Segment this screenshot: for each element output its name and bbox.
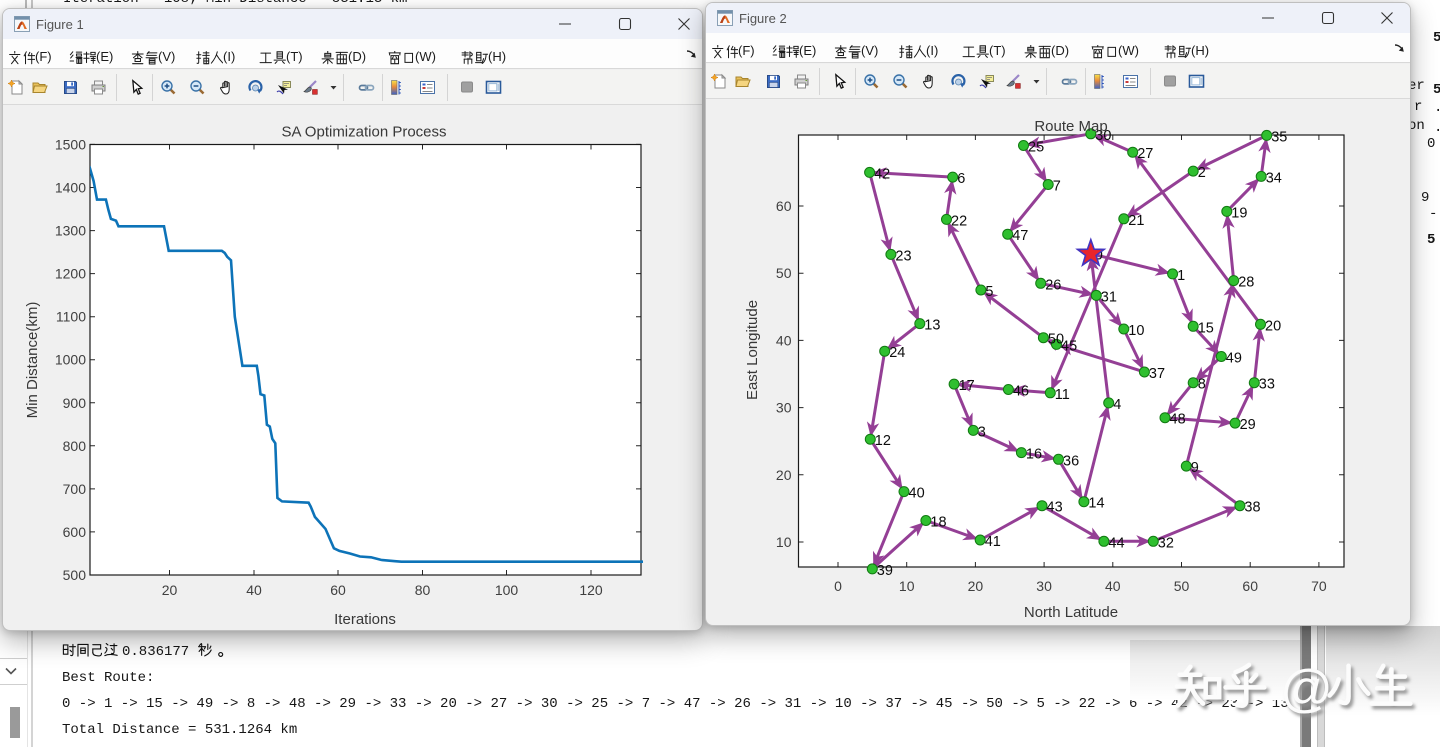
svg-text:60: 60 [1242,578,1258,594]
svg-text:1000: 1000 [55,352,86,368]
svg-text:12: 12 [875,433,891,449]
svg-text:1100: 1100 [56,309,86,325]
svg-text:42: 42 [874,166,890,182]
svg-text:70: 70 [1311,578,1327,594]
svg-text:1200: 1200 [55,266,86,282]
svg-text:4: 4 [1113,397,1121,413]
svg-text:5: 5 [985,284,993,300]
svg-text:32: 32 [1158,535,1174,551]
svg-text:40: 40 [776,332,792,348]
svg-text:48: 48 [1170,412,1186,428]
svg-text:8: 8 [1198,377,1206,393]
svg-text:10: 10 [1128,323,1144,339]
svg-text:46: 46 [1013,384,1029,400]
svg-text:18: 18 [930,515,946,531]
svg-text:20: 20 [776,467,792,483]
svg-text:7: 7 [1053,179,1061,195]
svg-text:16: 16 [1026,447,1042,463]
svg-text:100: 100 [495,582,519,598]
svg-text:600: 600 [63,524,87,540]
svg-text:43: 43 [1047,500,1063,516]
svg-text:47: 47 [1012,228,1028,244]
svg-text:3: 3 [978,424,986,440]
svg-text:49: 49 [1226,351,1242,367]
svg-text:1400: 1400 [55,180,86,196]
svg-text:0: 0 [834,578,842,594]
svg-text:50: 50 [1048,332,1064,348]
svg-text:24: 24 [889,345,905,361]
svg-text:1: 1 [1177,268,1185,284]
svg-text:Iterations: Iterations [334,611,396,628]
svg-text:39: 39 [877,563,893,579]
svg-text:Min Distance(km): Min Distance(km) [24,302,41,419]
svg-text:6: 6 [957,171,965,187]
svg-text:23: 23 [895,248,911,264]
svg-text:11: 11 [1055,387,1070,403]
svg-text:1500: 1500 [55,136,86,152]
svg-text:14: 14 [1088,496,1104,512]
svg-text:20: 20 [1265,318,1281,334]
svg-text:900: 900 [63,395,87,411]
svg-text:38: 38 [1244,500,1260,516]
svg-text:15: 15 [1198,320,1214,336]
svg-text:120: 120 [579,582,603,598]
svg-text:1300: 1300 [55,223,86,239]
svg-text:27: 27 [1137,146,1153,162]
svg-text:44: 44 [1108,535,1124,551]
svg-text:40: 40 [1105,578,1121,594]
svg-text:34: 34 [1266,170,1282,186]
svg-text:500: 500 [63,567,87,583]
svg-text:800: 800 [63,438,87,454]
svg-text:35: 35 [1271,129,1287,145]
svg-text:22: 22 [951,213,967,229]
svg-text:25: 25 [1028,140,1044,156]
svg-text:East Longitude: East Longitude [744,300,761,400]
svg-text:20: 20 [162,582,178,598]
svg-text:36: 36 [1063,453,1079,469]
svg-text:33: 33 [1259,377,1275,393]
svg-text:19: 19 [1231,205,1247,221]
svg-text:20: 20 [968,578,984,594]
svg-text:10: 10 [776,534,792,550]
svg-text:21: 21 [1128,213,1144,229]
svg-text:26: 26 [1045,277,1061,293]
svg-text:@: @ [1280,660,1333,718]
svg-text:2: 2 [1198,165,1206,181]
svg-text:700: 700 [63,481,87,497]
svg-text:50: 50 [1174,578,1190,594]
svg-text:31: 31 [1101,289,1117,305]
svg-text:29: 29 [1240,417,1256,433]
svg-text:41: 41 [985,534,1001,550]
svg-text:28: 28 [1238,275,1254,291]
svg-text:30: 30 [776,400,792,416]
svg-text:Route Map: Route Map [1034,118,1107,135]
svg-text:17: 17 [959,378,975,394]
svg-text:9: 9 [1191,460,1199,476]
svg-text:40: 40 [246,582,262,598]
svg-text:60: 60 [776,198,792,214]
svg-text:50: 50 [776,265,792,281]
svg-text:60: 60 [330,582,346,598]
svg-text:13: 13 [924,318,940,334]
svg-text:37: 37 [1149,366,1165,382]
svg-text:80: 80 [415,582,431,598]
svg-text:North Latitude: North Latitude [1024,604,1118,621]
svg-text:40: 40 [909,486,925,502]
svg-text:30: 30 [1036,578,1052,594]
svg-text:10: 10 [899,578,915,594]
svg-text:SA Optimization Process: SA Optimization Process [281,124,446,141]
